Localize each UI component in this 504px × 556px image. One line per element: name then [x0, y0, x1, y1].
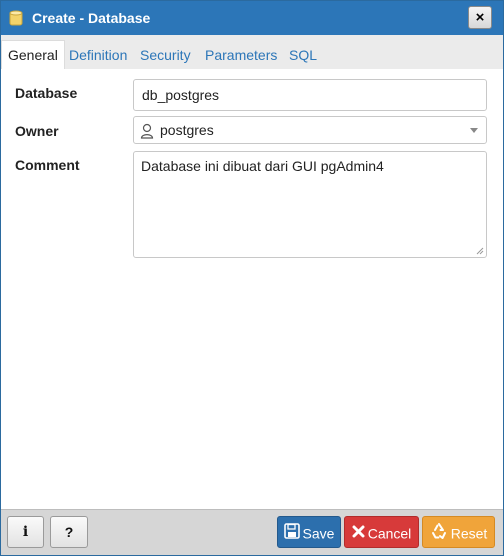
x-icon	[352, 525, 365, 538]
create-database-dialog: Create - Database × General Definition S…	[0, 0, 504, 556]
floppy-disk-icon	[283, 523, 300, 540]
tab-general[interactable]: General	[1, 40, 65, 69]
cancel-button[interactable]: Cancel	[344, 516, 419, 548]
reset-button-label: Reset	[450, 525, 488, 542]
comment-textarea[interactable]: Database ini dibuat dari GUI pgAdmin4	[133, 151, 487, 258]
comment-value: Database ini dibuat dari GUI pgAdmin4	[141, 158, 384, 174]
tab-parameters[interactable]: Parameters	[199, 41, 283, 69]
tab-sql[interactable]: SQL	[283, 41, 323, 69]
info-button[interactable]: i	[7, 516, 44, 548]
database-icon	[9, 10, 23, 26]
help-button[interactable]: ?	[50, 516, 88, 548]
tab-definition[interactable]: Definition	[63, 41, 133, 69]
general-tab-panel: Database db_postgres Owner postgres Comm…	[1, 69, 503, 509]
comment-label: Comment	[15, 157, 80, 173]
close-button[interactable]: ×	[468, 6, 492, 29]
reset-button[interactable]: Reset	[422, 516, 495, 548]
database-label: Database	[15, 85, 78, 101]
cancel-button-label: Cancel	[367, 525, 412, 542]
owner-label: Owner	[15, 123, 59, 139]
tab-security[interactable]: Security	[134, 41, 197, 69]
tab-bar: General Definition Security Parameters S…	[1, 35, 503, 69]
save-button[interactable]: Save	[277, 516, 341, 548]
owner-value: postgres	[160, 122, 214, 138]
dialog-titlebar[interactable]: Create - Database ×	[1, 1, 503, 35]
resize-handle-icon[interactable]	[476, 247, 484, 255]
dialog-footer: i ? Save Cancel Reset	[1, 509, 503, 555]
owner-select[interactable]: postgres	[133, 116, 487, 144]
database-name-input[interactable]: db_postgres	[133, 79, 487, 111]
chevron-down-icon	[470, 128, 478, 133]
dialog-title: Create - Database	[32, 10, 151, 26]
recycle-icon	[431, 523, 446, 540]
save-button-label: Save	[302, 525, 335, 542]
user-icon	[140, 123, 154, 139]
